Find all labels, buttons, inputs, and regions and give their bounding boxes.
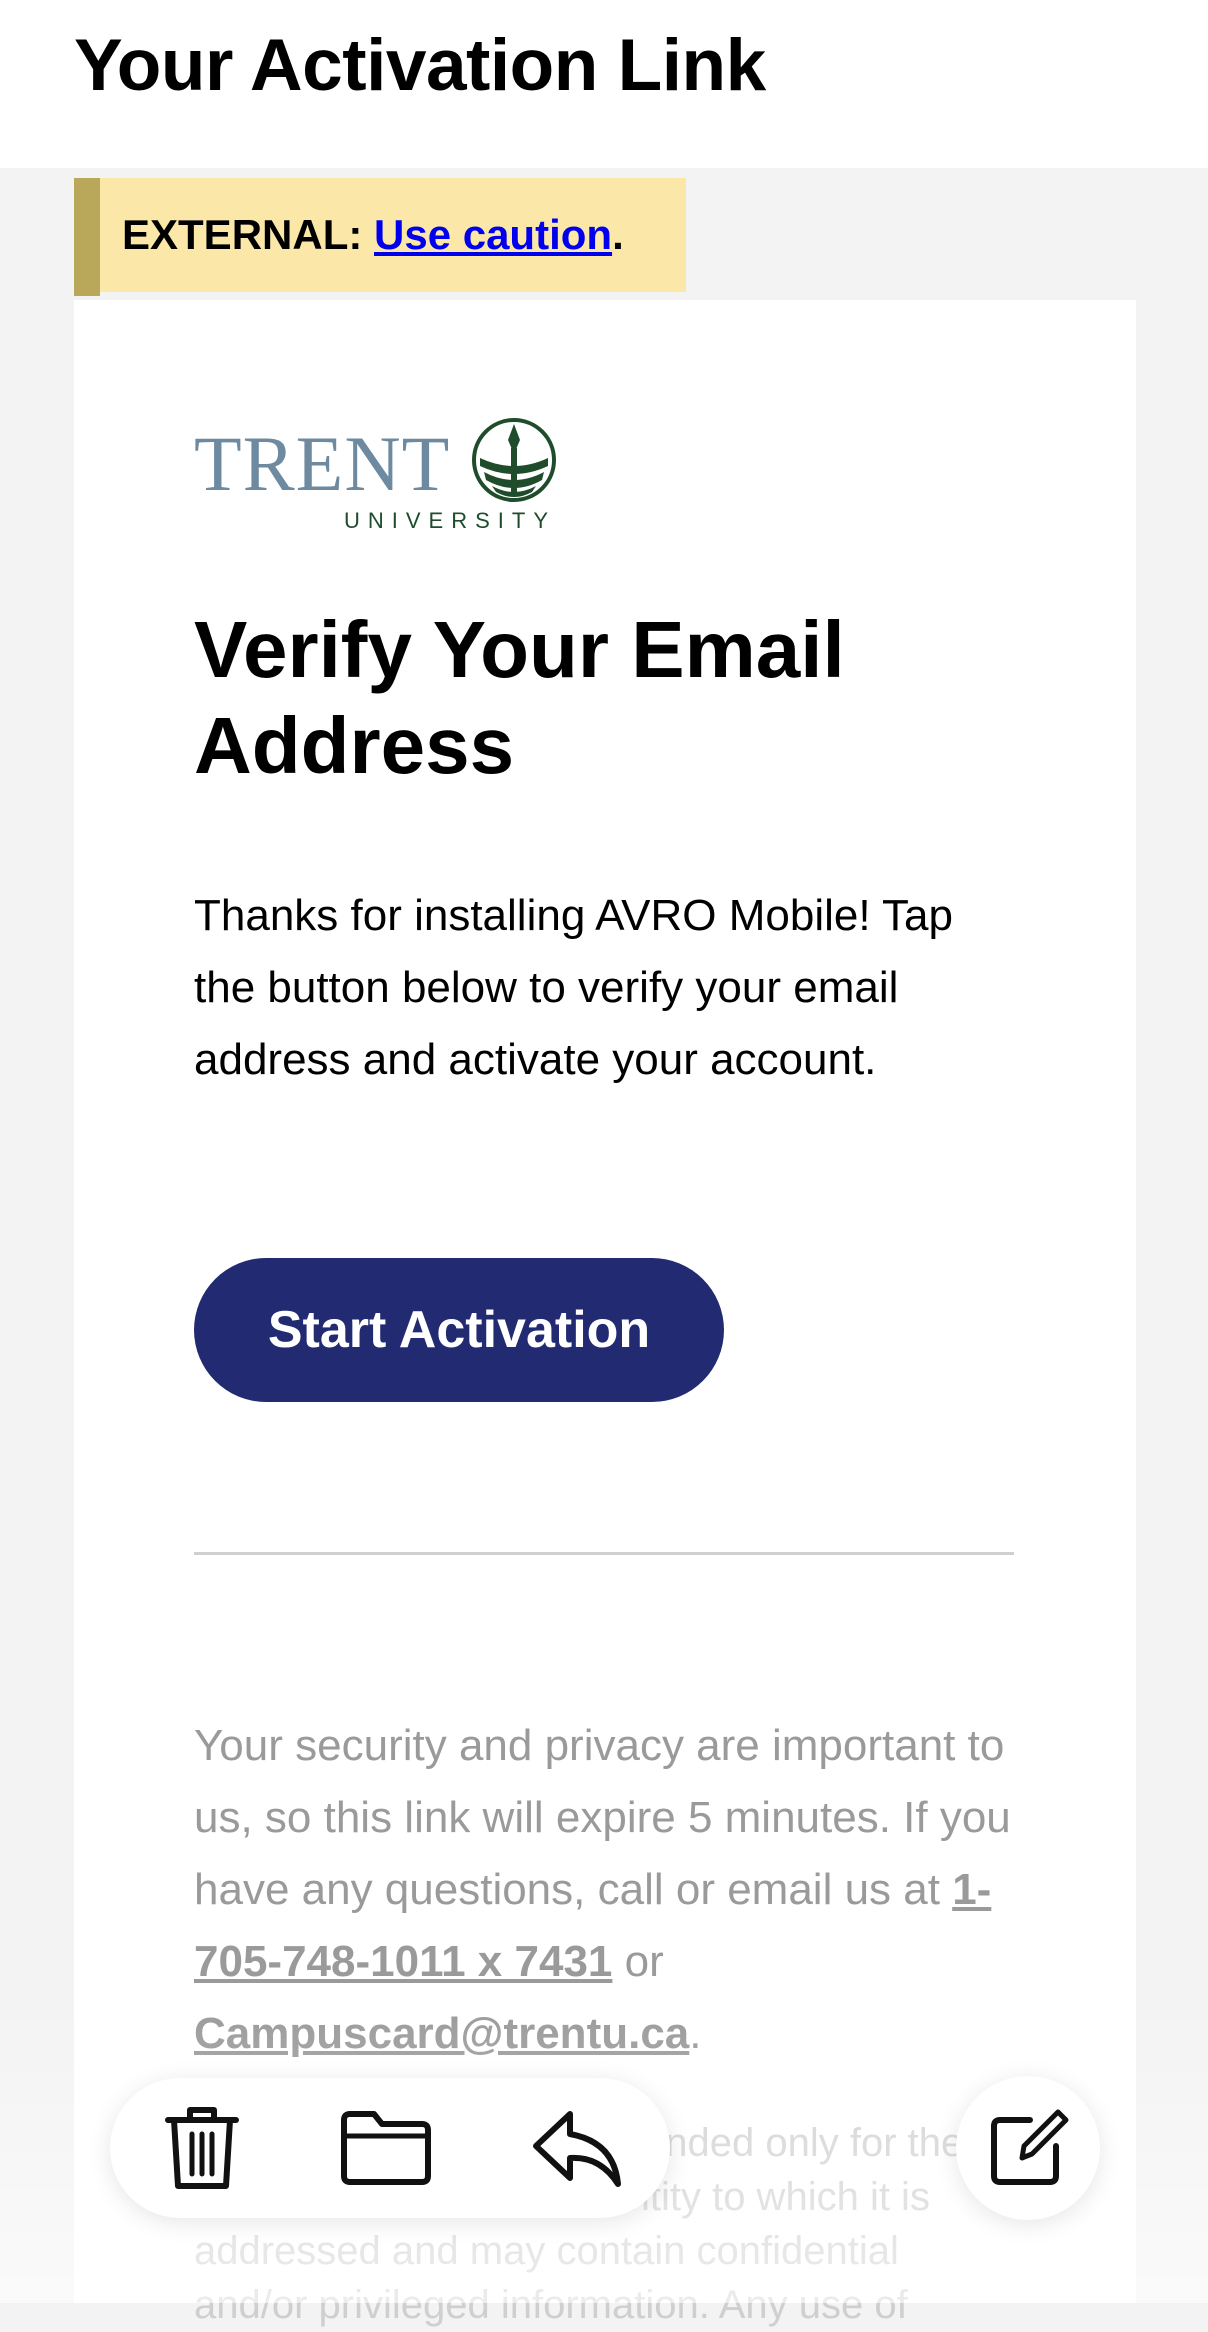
folder-icon — [341, 2111, 431, 2185]
divider — [194, 1552, 1014, 1555]
email-body-text: Thanks for installing AVRO Mobile! Tap t… — [194, 891, 953, 1084]
caution-prefix: EXTERNAL: — [122, 211, 374, 258]
caution-bar — [74, 178, 100, 296]
mail-subject-title: Your Activation Link — [74, 25, 766, 106]
logo-subtext: UNIVERSITY — [344, 508, 556, 533]
security-notice-text: Your security and privacy are important … — [194, 1710, 1014, 2070]
use-caution-link[interactable]: Use caution — [374, 211, 612, 258]
compose-icon — [991, 2109, 1069, 2185]
caution-text: EXTERNAL: Use caution. — [122, 211, 624, 259]
bottom-toolbar — [110, 2078, 670, 2218]
compose-button[interactable] — [956, 2076, 1100, 2220]
logo-emblem — [472, 418, 556, 502]
or-text: or — [612, 1937, 664, 1986]
trash-icon — [165, 2107, 239, 2189]
caution-suffix: . — [612, 211, 624, 258]
external-caution-banner: EXTERNAL: Use caution. — [74, 178, 686, 296]
email-link[interactable]: Campuscard@trentu.ca — [194, 2009, 689, 2058]
trash-button[interactable] — [152, 2098, 252, 2198]
security-notice-body: Your security and privacy are important … — [194, 1721, 1011, 1914]
email-title: Verify Your Email Address — [194, 605, 845, 790]
period-text: . — [689, 2009, 702, 2058]
reply-button[interactable] — [528, 2098, 628, 2198]
move-to-folder-button[interactable] — [336, 2098, 436, 2198]
trent-university-logo: TRENT UNIVERSITY — [194, 418, 556, 533]
email-body-card: TRENT UNIVERSITY Verify Your Email Addre… — [74, 300, 1136, 2327]
start-activation-button[interactable]: Start Activation — [194, 1258, 724, 1402]
logo-wordmark: TRENT — [194, 420, 450, 507]
reply-icon — [533, 2111, 621, 2187]
mail-header: Your Activation Link — [0, 0, 1208, 168]
